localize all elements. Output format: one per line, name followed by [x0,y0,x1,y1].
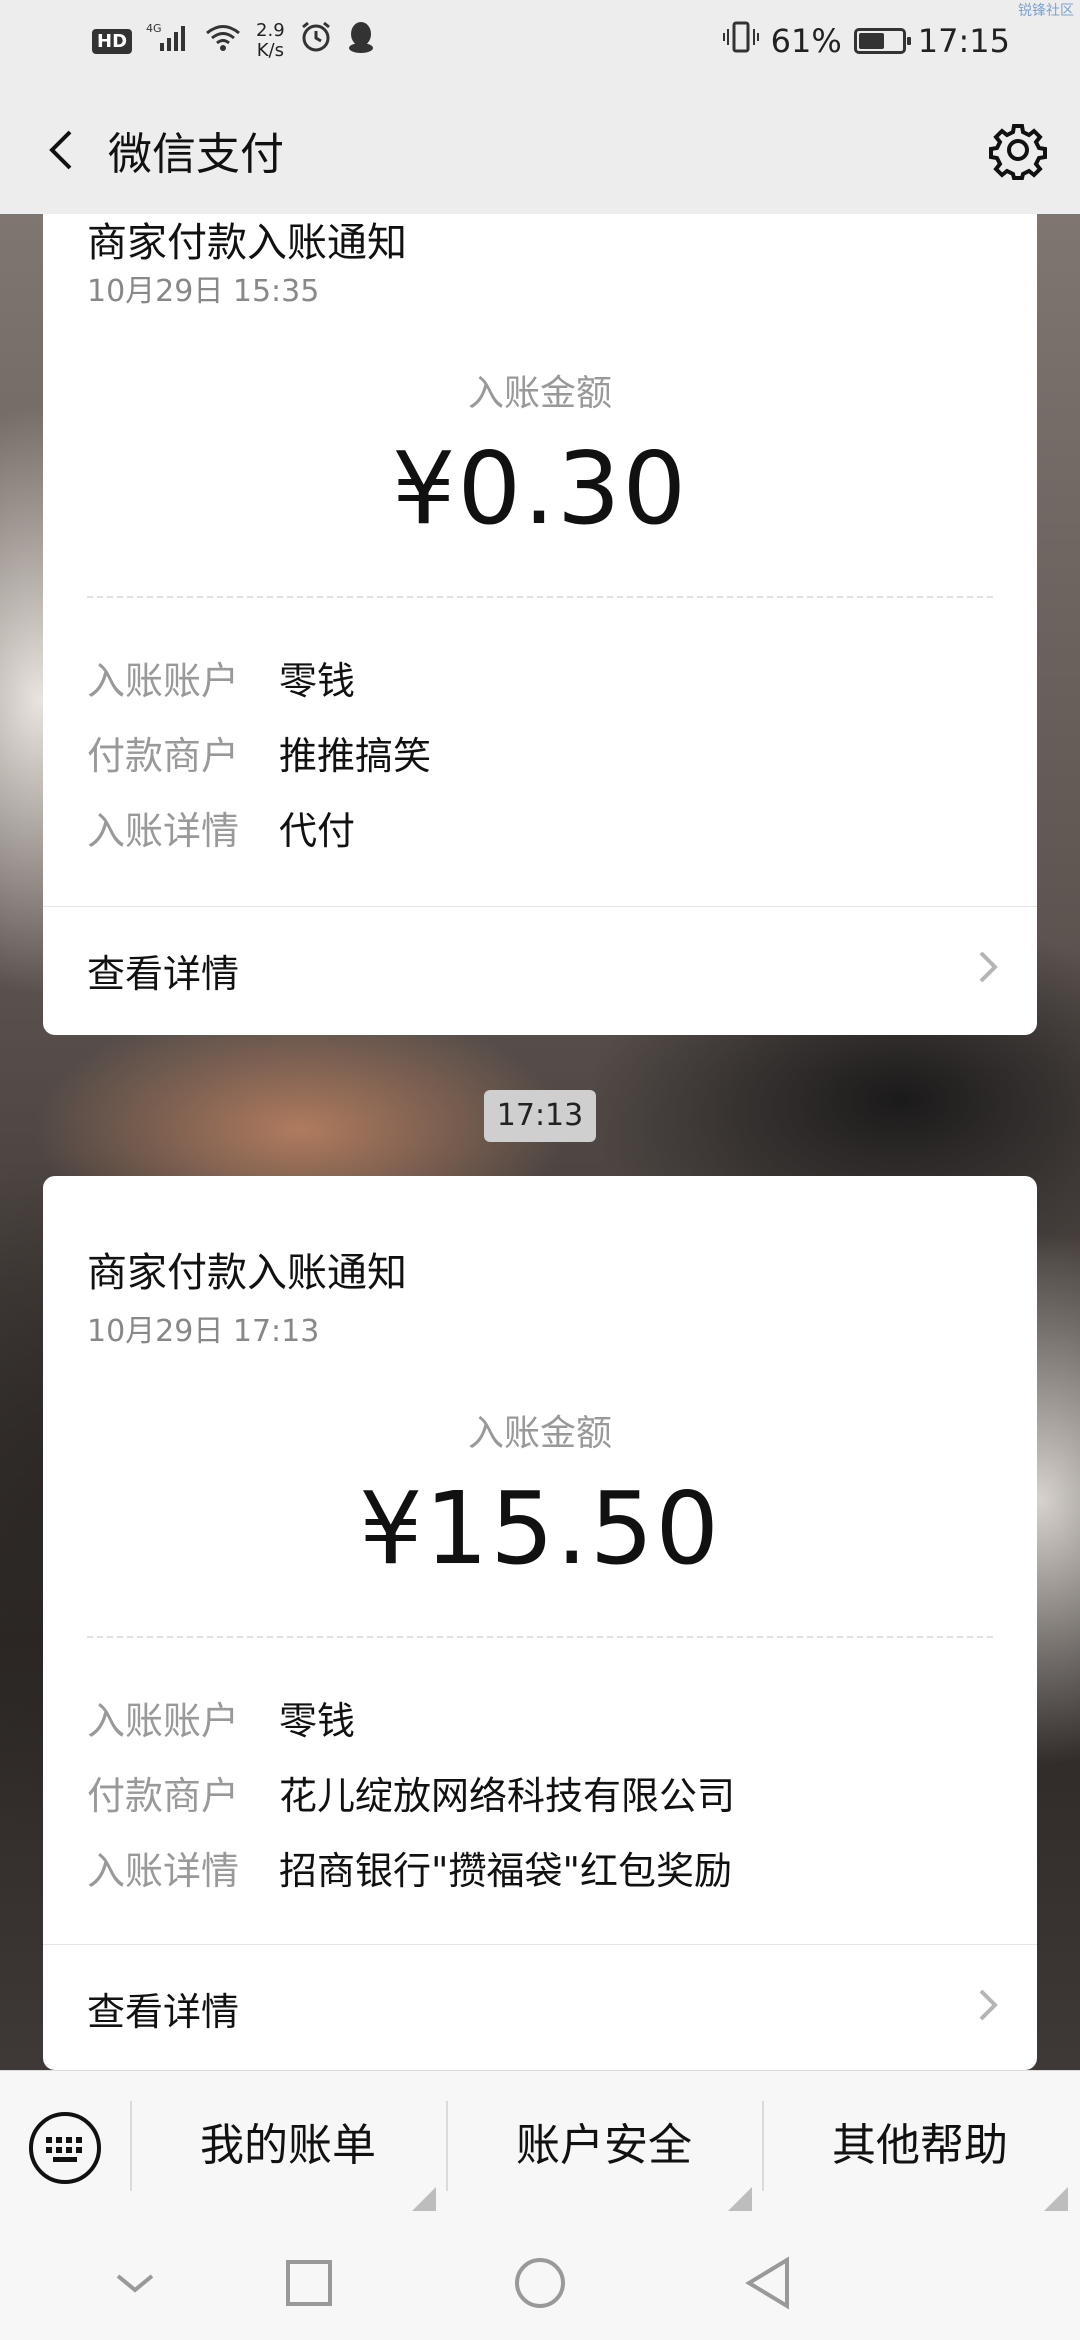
row-value: 推推搞笑 [279,734,432,778]
notification-card: 商家付款入账通知 10月29日 15:35 入账金额 ¥0.30 入账账户 零钱 … [43,190,1037,1035]
battery-percent: 61% [770,22,842,60]
system-nav-bar [0,2220,1080,2340]
page-title: 微信支付 [108,129,284,180]
submenu-indicator-icon [412,2187,436,2211]
detail-row: 入账账户 零钱 [87,650,355,705]
row-value: 代付 [279,809,356,853]
menu-account-security-label: 账户安全 [516,2120,692,2171]
network-speed-unit: K/s [256,40,284,61]
menu-other-help[interactable]: 其他帮助 [762,2071,1078,2221]
square-icon[interactable] [274,2248,344,2318]
menu-other-help-label: 其他帮助 [832,2120,1008,2171]
network-type: 4G [146,22,162,35]
detail-row: 付款商户 推推搞笑 [87,725,431,780]
notification-card: 商家付款入账通知 10月29日 17:13 入账金额 ¥15.50 入账账户 零钱… [43,1176,1037,2070]
chevron-down-icon[interactable] [100,2248,170,2318]
menu-my-bills[interactable]: 我的账单 [130,2071,446,2221]
watermark: 锐锋社区 [1018,3,1074,19]
amount-label: 入账金额 [467,373,612,414]
detail-row: 付款商户 花儿绽放网络科技有限公司 [87,1765,735,1820]
keyboard-icon[interactable] [28,2111,102,2185]
triangle-back-icon[interactable] [735,2248,805,2318]
dashed-divider [87,596,993,598]
chat-timestamp-text: 17:13 [484,1090,596,1142]
alarm-icon [299,20,333,62]
row-key: 入账详情 [87,809,240,853]
view-details-link[interactable]: 查看详情 [43,1945,1037,2065]
battery-icon [853,28,911,54]
amount-value: ¥15.50 [359,1470,721,1587]
view-details-link[interactable]: 查看详情 [43,907,1037,1027]
detail-row: 入账详情 招商银行"攒福袋"红包奖励 [87,1840,732,1895]
network-speed-value: 2.9 [256,20,285,41]
clock: 17:15 [917,22,1010,60]
hd-badge: HD [92,28,133,54]
submenu-indicator-icon [728,2187,752,2211]
chevron-right-icon [977,1987,1001,2023]
row-value: 零钱 [279,1699,356,1743]
network-speed: 2.9 K/s [256,21,285,61]
bottom-menu: 我的账单 账户安全 其他帮助 [0,2070,1080,2221]
submenu-indicator-icon [1044,2187,1068,2211]
card-title: 商家付款入账通知 [87,1250,407,1296]
vibrate-icon [722,20,759,62]
chevron-right-icon [977,949,1001,985]
card-title: 商家付款入账通知 [87,220,407,266]
dashed-divider [87,1636,993,1638]
card-time: 10月29日 15:35 [87,274,320,309]
qq-icon [347,20,375,62]
signal-icon: 4G [146,21,190,61]
circle-icon[interactable] [505,2248,575,2318]
row-value: 招商银行"攒福袋"红包奖励 [279,1849,732,1893]
amount-value: ¥0.30 [391,430,689,547]
card-time: 10月29日 17:13 [87,1314,320,1349]
gear-icon[interactable] [988,120,1048,180]
row-value: 花儿绽放网络科技有限公司 [279,1774,736,1818]
wifi-icon [204,22,242,60]
row-key: 入账详情 [87,1849,240,1893]
chat-timestamp: 17:13 [484,1090,596,1142]
menu-my-bills-label: 我的账单 [200,2120,376,2171]
row-key: 入账账户 [87,1699,240,1743]
detail-row: 入账详情 代付 [87,800,355,855]
view-details-label: 查看详情 [87,1990,240,2034]
amount-label: 入账金额 [467,1413,612,1454]
nav-bar-cover: 微信支付 [0,86,1080,214]
row-key: 付款商户 [87,734,240,778]
row-key: 付款商户 [87,1774,240,1818]
status-bar: HD 4G 2.9 K/s 61% 17:15 [0,0,1080,86]
row-value: 零钱 [279,659,356,703]
menu-account-security[interactable]: 账户安全 [446,2071,762,2221]
back-arrow-icon[interactable] [36,122,92,178]
row-key: 入账账户 [87,659,240,703]
view-details-label: 查看详情 [87,952,240,996]
detail-row: 入账账户 零钱 [87,1690,355,1745]
